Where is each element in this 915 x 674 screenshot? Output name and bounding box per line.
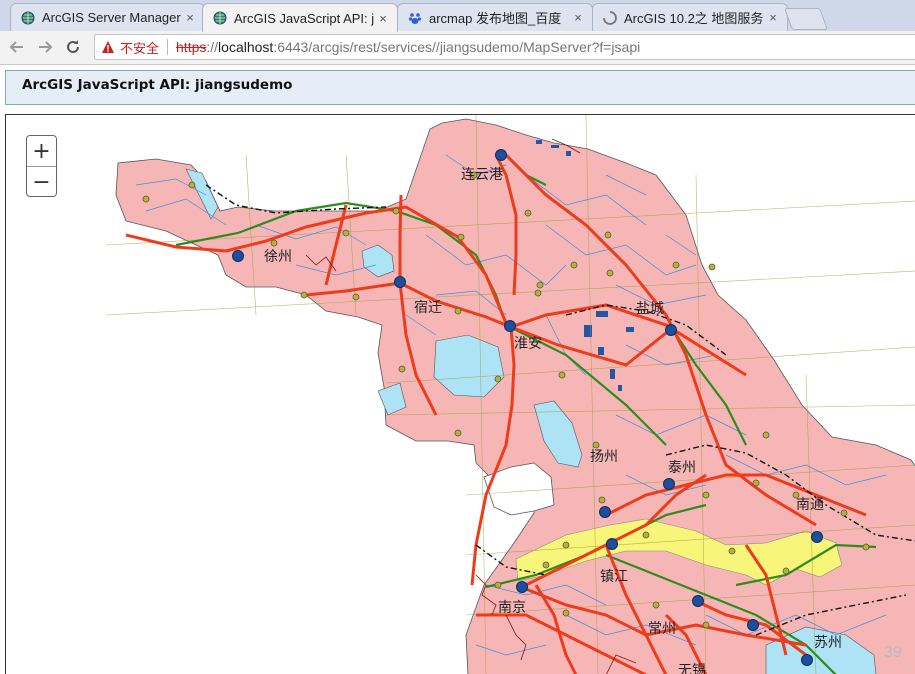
close-icon[interactable]: × xyxy=(570,10,586,25)
tab-strip: ArcGIS Server Manager × ArcGIS JavaScrip… xyxy=(0,0,915,32)
zoom-control: + − xyxy=(26,135,57,197)
map-view[interactable]: + − 连云港 徐州 宿迁 盐城 淮安 扬州 泰州 南通 镇江 南京 常州 苏州… xyxy=(5,114,915,674)
address-bar[interactable]: 不安全 https :// localhost :6443/arcgis/res… xyxy=(94,34,915,60)
map-canvas[interactable]: 连云港 徐州 宿迁 盐城 淮安 扬州 泰州 南通 镇江 南京 常州 苏州 无锡 xyxy=(6,115,915,674)
city-label-changzhou: 常州 xyxy=(648,621,676,637)
warning-icon xyxy=(102,41,114,53)
security-status[interactable]: 不安全 xyxy=(120,38,159,57)
city-label-yangzhou: 扬州 xyxy=(590,449,618,465)
tab-title: ArcGIS Server Manager xyxy=(42,10,181,25)
url-path: :6443/arcgis/rest/services//jiangsudemo/… xyxy=(273,39,641,55)
url-separator: :// xyxy=(206,39,219,55)
tab-arcgis-javascript-api[interactable]: ArcGIS JavaScript API: j × xyxy=(202,3,398,32)
watermark: 39 xyxy=(884,644,902,661)
city-label-xuzhou: 徐州 xyxy=(264,249,292,265)
zoom-in-button[interactable]: + xyxy=(27,136,56,167)
city-label-wuxi: 无锡 xyxy=(678,663,706,674)
tab-arcmap-baidu[interactable]: arcmap 发布地图_百度 × xyxy=(397,3,593,31)
globe-icon xyxy=(213,11,227,25)
city-label-lianyungang: 连云港 xyxy=(461,167,503,183)
globe-icon xyxy=(21,11,35,24)
url-host: localhost xyxy=(218,39,274,55)
tab-title: ArcGIS 10.2之 地图服务 xyxy=(624,11,764,26)
city-label-zhenjiang: 镇江 xyxy=(600,569,628,585)
reload-button[interactable] xyxy=(62,36,84,58)
new-tab-button[interactable] xyxy=(783,8,829,30)
city-label-suqian: 宿迁 xyxy=(414,299,442,316)
city-label-taizhou: 泰州 xyxy=(668,460,696,476)
close-icon[interactable]: × xyxy=(375,11,391,26)
url-scheme: https xyxy=(176,39,207,55)
city-label-suzhou: 苏州 xyxy=(814,635,842,651)
zoom-out-button[interactable]: − xyxy=(27,167,56,197)
app-header: ArcGIS JavaScript API: jiangsudemo xyxy=(5,70,915,105)
city-label-huaian: 淮安 xyxy=(514,336,542,352)
city-label-yancheng: 盐城 xyxy=(636,301,664,317)
close-icon[interactable]: × xyxy=(182,10,198,25)
tab-arcgis-map-service[interactable]: ArcGIS 10.2之 地图服务 × xyxy=(592,3,788,31)
jiangsu-land xyxy=(115,118,915,674)
page-title: ArcGIS JavaScript API: jiangsudemo xyxy=(22,77,293,93)
tab-title: arcmap 发布地图_百度 xyxy=(429,11,562,26)
city-label-nanjing: 南京 xyxy=(498,600,526,616)
tab-title: ArcGIS JavaScript API: j xyxy=(234,10,375,26)
close-icon[interactable]: × xyxy=(765,10,781,25)
baidu-paw-icon xyxy=(408,12,422,24)
tab-arcgis-server-manager[interactable]: ArcGIS Server Manager × xyxy=(10,3,205,31)
reload-icon xyxy=(67,40,79,53)
arrow-left-icon xyxy=(9,41,23,53)
city-label-nantong: 南通 xyxy=(796,497,824,513)
browser-toolbar: 不安全 https :// localhost :6443/arcgis/res… xyxy=(0,31,915,65)
forward-button[interactable] xyxy=(34,36,56,58)
loading-icon xyxy=(603,10,617,25)
back-button[interactable] xyxy=(6,36,28,58)
divider xyxy=(167,39,169,55)
arrow-right-icon xyxy=(39,41,53,53)
